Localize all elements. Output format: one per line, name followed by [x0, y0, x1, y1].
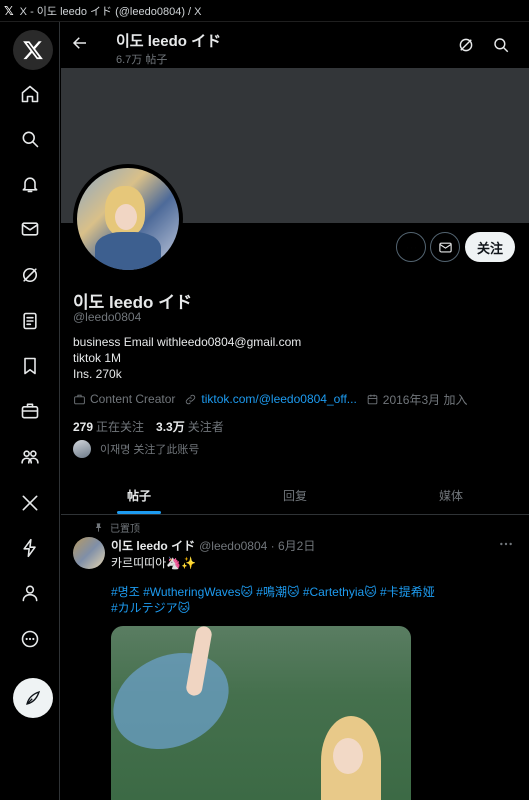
post-image[interactable]: [111, 626, 411, 800]
window-titlebar: 𝕏 X - 이도 leedo イド (@leedo0804) / X: [0, 0, 529, 22]
follow-button[interactable]: 关注: [465, 232, 515, 262]
more-icon[interactable]: [14, 623, 46, 655]
header-name: 이도 leedo イド: [116, 33, 222, 50]
communities-icon[interactable]: [14, 441, 46, 473]
tab-posts[interactable]: 帖子: [61, 477, 217, 514]
search-icon[interactable]: [492, 36, 510, 54]
follow-stats: 279 正在关注 3.3万 关注者: [73, 418, 236, 435]
x-favicon-icon: 𝕏: [4, 3, 14, 18]
profile-link-item[interactable]: tiktok.com/@leedo0804_off...: [184, 392, 357, 406]
followed-by[interactable]: 이재명 关注了此账号: [73, 440, 199, 458]
profile-link[interactable]: tiktok.com/@leedo0804_off...: [201, 392, 356, 406]
post-author[interactable]: 이도 leedo イド: [111, 537, 195, 554]
bio-line: Ins. 270k: [73, 367, 122, 381]
search-icon[interactable]: [14, 123, 46, 155]
link-icon: [186, 394, 196, 404]
more-icon[interactable]: [498, 536, 516, 552]
mail-icon[interactable]: [14, 213, 46, 245]
message-button[interactable]: [430, 232, 460, 262]
tab-media[interactable]: 媒体: [373, 477, 529, 514]
post-header: 이도 leedo イド @leedo0804 · 6月2日: [111, 537, 315, 554]
hashtag-line[interactable]: #カルテジア🐱: [111, 600, 511, 616]
profile-tabs: 帖子 回复 媒体: [61, 477, 529, 515]
bio-line: business Email withleedo0804@gmail.com: [73, 335, 302, 349]
joined-date: 2016年3月 加入: [382, 392, 468, 407]
following-label: 正在关注: [96, 420, 145, 434]
tab-replies[interactable]: 回复: [217, 477, 373, 514]
grok-icon[interactable]: [14, 259, 46, 291]
bell-icon[interactable]: [14, 168, 46, 200]
post-text: 카르띠띠아🦄✨: [111, 556, 197, 570]
bio-line: tiktok 1M: [73, 351, 122, 365]
profile-header: 이도 leedo イド 6.7万 帖子: [61, 22, 529, 68]
followed-by-text: 이재명 关注了此账号: [100, 444, 200, 456]
profile-main: 이도 leedo イド 6.7万 帖子 关注 이도 leedo イド @leed…: [61, 22, 529, 800]
lightning-icon[interactable]: [14, 532, 46, 564]
following-count: 279: [73, 420, 94, 434]
list-icon[interactable]: [14, 305, 46, 337]
x-premium-icon[interactable]: [14, 487, 46, 519]
profile-handle: @leedo0804: [73, 310, 142, 324]
profile-icon[interactable]: [14, 577, 46, 609]
header-post-count: 6.7万 帖子: [116, 54, 168, 66]
hashtag-line[interactable]: #명조 #WutheringWaves🐱 #鳴潮🐱 #Cartethyia🐱 #…: [111, 584, 511, 600]
profile-meta: Content Creator tiktok.com/@leedo0804_of…: [73, 391, 477, 407]
followers-label: 关注者: [187, 420, 224, 434]
post-meta: @leedo0804 · 6月2日: [199, 539, 316, 553]
category-item: Content Creator: [73, 392, 175, 406]
bookmark-icon[interactable]: [14, 350, 46, 382]
follower-avatar: [73, 440, 91, 458]
post-avatar[interactable]: [73, 537, 105, 569]
more-options-button[interactable]: [396, 232, 426, 262]
post-hashtags: #명조 #WutheringWaves🐱 #鳴潮🐱 #Cartethyia🐱 #…: [111, 584, 511, 616]
followers-link[interactable]: 3.3万 关注者: [156, 418, 224, 435]
home-icon[interactable]: [14, 78, 46, 110]
window-title: X - 이도 leedo イド (@leedo0804) / X: [19, 5, 202, 18]
following-link[interactable]: 279 正在关注: [73, 418, 144, 435]
back-arrow-icon[interactable]: [71, 34, 93, 56]
pinned-indicator: 已置顶: [93, 520, 140, 535]
calendar-icon: [367, 394, 378, 404]
pin-icon: [95, 523, 102, 532]
briefcase-icon: [74, 394, 85, 404]
joined-item: 2016年3月 加入: [366, 391, 468, 408]
x-logo-icon[interactable]: [13, 30, 53, 70]
pinned-label: 已置顶: [110, 524, 140, 535]
briefcase-icon[interactable]: [14, 395, 46, 427]
sidebar: [0, 22, 60, 800]
grok-icon[interactable]: [457, 36, 475, 54]
category-label: Content Creator: [90, 392, 176, 406]
profile-avatar[interactable]: [73, 164, 183, 274]
followers-count: 3.3万: [156, 420, 185, 434]
profile-bio: business Email withleedo0804@gmail.com t…: [73, 334, 301, 382]
compose-icon[interactable]: [13, 678, 53, 718]
